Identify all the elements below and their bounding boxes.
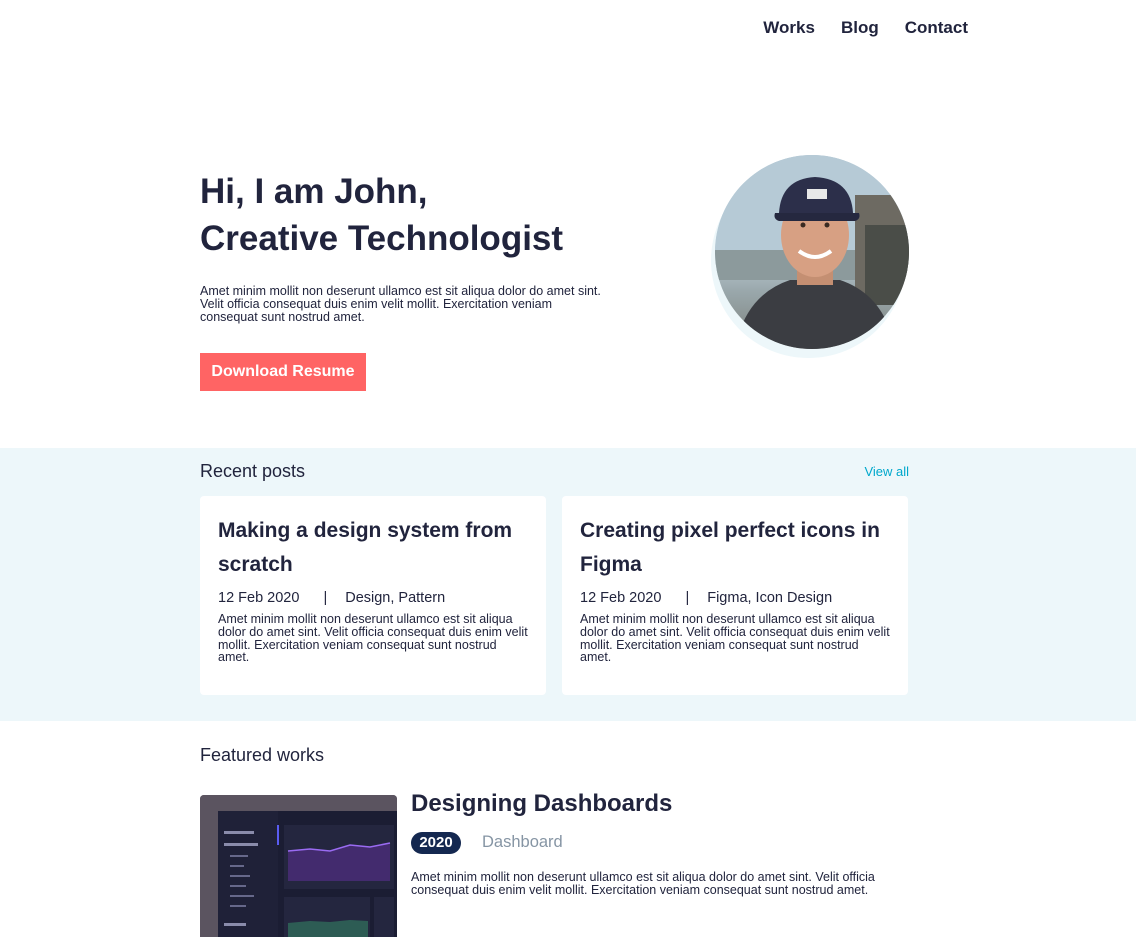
avatar-container	[711, 155, 909, 360]
post-description: Amet minim mollit non deserunt ullamco e…	[580, 612, 890, 665]
download-resume-button[interactable]: Download Resume	[200, 353, 366, 391]
post-meta: 12 Feb 2020 | Figma, Icon Design	[580, 590, 890, 606]
hero-title: Hi, I am John, Creative Technologist	[200, 168, 563, 262]
meta-separator: |	[323, 590, 328, 606]
featured-works-heading: Featured works	[200, 745, 325, 765]
post-tags: Figma, Icon Design	[707, 590, 833, 606]
nav-works-link[interactable]: Works	[763, 18, 815, 38]
post-title[interactable]: Creating pixel perfect icons in Figma	[580, 514, 890, 582]
view-all-link[interactable]: View all	[864, 464, 909, 479]
work-title[interactable]: Designing Dashboards	[411, 790, 672, 818]
post-meta: 12 Feb 2020 | Design, Pattern	[218, 590, 528, 606]
hero-title-greeting: Hi, I am John,	[200, 172, 428, 211]
work-thumbnail[interactable]	[200, 795, 397, 937]
dashboard-preview-image	[200, 795, 397, 937]
post-tags: Design, Pattern	[345, 590, 446, 606]
work-description: Amet minim mollit non deserunt ullamco e…	[411, 870, 875, 897]
meta-separator: |	[685, 590, 690, 606]
work-year-badge: 2020	[411, 832, 461, 854]
recent-posts-heading: Recent posts	[200, 461, 306, 481]
hero-description: Amet minim mollit non deserunt ullamco e…	[200, 284, 601, 324]
post-description: Amet minim mollit non deserunt ullamco e…	[218, 612, 528, 665]
post-date: 12 Feb 2020	[580, 590, 662, 606]
avatar	[715, 155, 909, 349]
hero-title-role: Creative Technologist	[200, 219, 564, 258]
nav-blog-link[interactable]: Blog	[841, 18, 879, 38]
work-category: Dashboard	[482, 833, 563, 851]
profile-photo-illustration	[715, 155, 909, 349]
post-title[interactable]: Making a design system from scratch	[218, 514, 528, 582]
post-card[interactable]: Making a design system from scratch 12 F…	[200, 496, 546, 695]
recent-posts-section: Recent posts View all Making a design sy…	[0, 448, 1136, 721]
top-nav: Works Blog Contact	[763, 18, 968, 38]
post-card[interactable]: Creating pixel perfect icons in Figma 12…	[562, 496, 908, 695]
nav-contact-link[interactable]: Contact	[905, 18, 968, 38]
post-date: 12 Feb 2020	[218, 590, 300, 606]
